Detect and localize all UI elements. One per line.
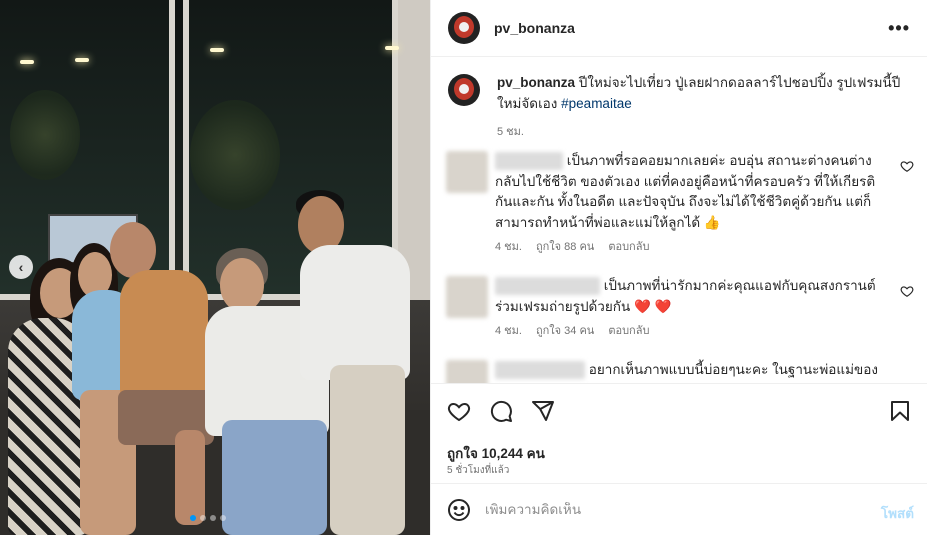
comment-item: เป็นภาพที่น่ารักมากค่ะคุณแอฟกับคุณสงกราน… — [446, 276, 916, 339]
heart-icon[interactable] — [447, 399, 471, 423]
comment-icon[interactable] — [489, 399, 513, 423]
bookmark-icon — [891, 401, 909, 421]
post-photo[interactable]: ‹ — [0, 0, 430, 535]
comment-likes[interactable]: ถูกใจ 34 คน — [536, 321, 594, 339]
carousel-dot — [190, 515, 196, 521]
caption-hashtag[interactable]: #peamaitae — [561, 96, 632, 111]
comment-heart-icon[interactable] — [900, 159, 914, 173]
chevron-left-icon: ‹ — [18, 259, 24, 275]
previous-photo-button[interactable]: ‹ — [9, 255, 33, 279]
post-actions: ถูกใจ 10,244 คน 5 ชั่วโมงที่แล้ว — [431, 383, 927, 483]
avatar[interactable] — [446, 151, 488, 193]
carousel-dot — [210, 515, 216, 521]
caption-username[interactable]: pv_bonanza — [497, 75, 575, 90]
send-icon[interactable] — [531, 399, 555, 423]
post-side-panel: pv_bonanza ••• pv_bonanza ปีใหม่จะไปเที่… — [430, 0, 927, 535]
comment-likes[interactable]: ถูกใจ 88 คน — [536, 237, 594, 255]
comment-text: อยากเห็นภาพแบบนี้บ่อยๆนะคะ ในฐานะพ่อแม่ข… — [588, 362, 878, 377]
comment-input[interactable] — [485, 502, 845, 517]
caption-timestamp: 5 ชม. — [497, 126, 524, 138]
post-author-username[interactable]: pv_bonanza — [494, 20, 575, 36]
carousel-dot — [200, 515, 206, 521]
like-count[interactable]: ถูกใจ 10,244 คน — [447, 442, 545, 464]
avatar[interactable] — [446, 360, 488, 383]
avatar[interactable] — [446, 276, 488, 318]
reply-button[interactable]: ตอบกลับ — [608, 321, 649, 339]
comment-item: เป็นภาพที่รอคอยมากเลยค่ะ อบอุ่น สถานะต่า… — [446, 151, 916, 255]
carousel-indicator — [190, 515, 226, 521]
instagram-post: ‹ pv_bonanza ••• pv_bonanza ปีใหม่จะไปเท… — [0, 0, 927, 535]
post-time: 5 ชั่วโมงที่แล้ว — [447, 465, 510, 476]
carousel-dot — [220, 515, 226, 521]
comment-username-blurred[interactable] — [495, 277, 600, 296]
more-horizontal-icon: ••• — [888, 18, 910, 38]
smiley-icon[interactable] — [447, 498, 471, 522]
comment-item: อยากเห็นภาพแบบนี้บ่อยๆนะคะ ในฐานะพ่อแม่ข… — [446, 360, 916, 383]
comment-username-blurred[interactable] — [495, 361, 585, 380]
save-button[interactable] — [888, 399, 912, 426]
comment-heart-icon[interactable] — [900, 284, 914, 298]
post-caption: pv_bonanza ปีใหม่จะไปเที่ยว ปู่เลยฝากดอล… — [448, 72, 918, 140]
comment-composer: โพสต์ — [431, 483, 927, 535]
comment-username-blurred[interactable] — [495, 152, 563, 171]
comments-section[interactable]: pv_bonanza ปีใหม่จะไปเที่ยว ปู่เลยฝากดอล… — [431, 57, 927, 383]
comment-time: 4 ชม. — [495, 241, 522, 253]
post-header: pv_bonanza ••• — [431, 0, 927, 57]
more-options-button[interactable]: ••• — [888, 18, 910, 39]
avatar[interactable] — [448, 12, 480, 44]
reply-button[interactable]: ตอบกลับ — [608, 237, 649, 255]
comment-time: 4 ชม. — [495, 325, 522, 337]
avatar[interactable] — [448, 74, 480, 106]
post-comment-button[interactable]: โพสต์ — [881, 502, 914, 524]
